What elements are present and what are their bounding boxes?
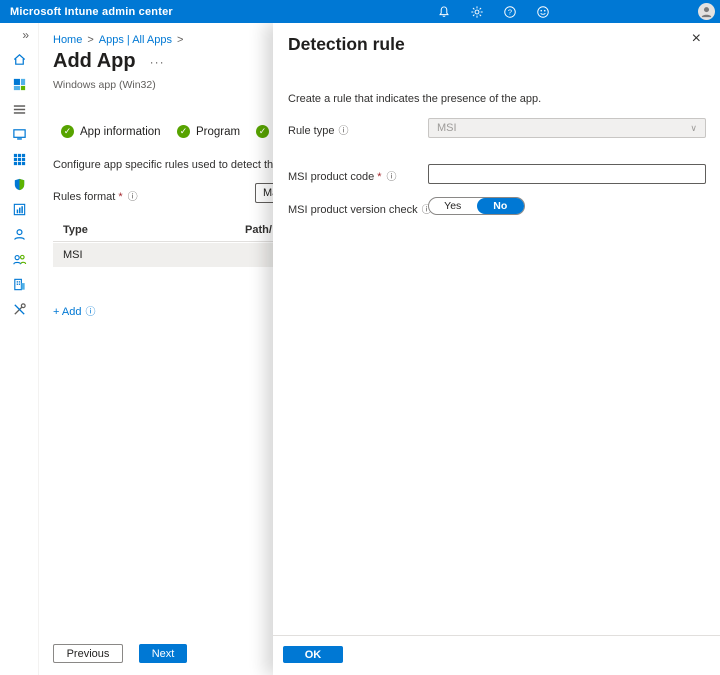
rule-type-value: MSI bbox=[437, 122, 457, 134]
breadcrumb-separator: > bbox=[87, 34, 93, 46]
detection-rule-panel: Detection rule × Create a rule that indi… bbox=[273, 23, 720, 675]
more-options-icon[interactable]: ··· bbox=[150, 55, 165, 69]
notifications-bell-icon[interactable] bbox=[437, 5, 451, 19]
dashboard-icon bbox=[12, 77, 27, 92]
endpoint-security-shield-icon bbox=[12, 177, 27, 192]
svg-text:?: ? bbox=[508, 7, 512, 16]
all-services-icon bbox=[12, 102, 27, 117]
toggle-option-yes[interactable]: Yes bbox=[429, 198, 477, 214]
breadcrumb-apps-link[interactable]: Apps | All Apps bbox=[99, 34, 172, 46]
rule-type-cell: MSI bbox=[53, 249, 245, 261]
sidebar-item-troubleshooting[interactable] bbox=[0, 297, 38, 322]
step-complete-check-icon: ✓ bbox=[177, 125, 190, 138]
reports-icon bbox=[12, 202, 27, 217]
add-rule-link[interactable]: + Addⓘ bbox=[53, 303, 95, 318]
sidebar-item-devices[interactable] bbox=[0, 122, 38, 147]
msi-product-code-input[interactable] bbox=[428, 164, 706, 184]
sidebar-item-all-services[interactable] bbox=[0, 97, 38, 122]
tenant-administration-icon bbox=[12, 277, 27, 292]
sidebar-item-groups[interactable] bbox=[0, 247, 38, 272]
close-icon[interactable]: × bbox=[692, 31, 701, 47]
breadcrumb-home-link[interactable]: Home bbox=[53, 34, 82, 46]
feedback-icon[interactable] bbox=[536, 5, 550, 19]
step-label: App information bbox=[80, 126, 161, 138]
breadcrumb: Home > Apps | All Apps > bbox=[53, 34, 183, 46]
previous-button[interactable]: Previous bbox=[53, 644, 123, 663]
topbar-icon-group: ? bbox=[437, 0, 550, 23]
users-icon bbox=[12, 227, 27, 242]
app-title: Microsoft Intune admin center bbox=[0, 6, 173, 18]
info-icon[interactable]: ⓘ bbox=[338, 126, 348, 137]
help-icon[interactable]: ? bbox=[503, 5, 517, 19]
panel-description: Create a rule that indicates the presenc… bbox=[288, 93, 541, 105]
detection-rules-description: Configure app specific rules used to det… bbox=[53, 159, 288, 171]
rule-type-label: Rule typeⓘ bbox=[288, 122, 348, 137]
page-subtitle: Windows app (Win32) bbox=[53, 79, 156, 91]
step-program[interactable]: ✓ Program bbox=[177, 125, 240, 138]
panel-footer-divider bbox=[273, 635, 720, 636]
breadcrumb-separator: > bbox=[177, 34, 183, 46]
info-icon[interactable]: ⓘ bbox=[85, 307, 95, 318]
sidebar-item-reports[interactable] bbox=[0, 197, 38, 222]
info-icon[interactable]: ⓘ bbox=[128, 192, 138, 203]
panel-title: Detection rule bbox=[288, 34, 405, 55]
devices-icon bbox=[12, 127, 27, 142]
toggle-option-no[interactable]: No bbox=[477, 198, 525, 214]
step-complete-check-icon: ✓ bbox=[61, 125, 74, 138]
wizard-footer: Previous Next bbox=[53, 644, 187, 663]
page-title: Add App bbox=[53, 50, 136, 73]
column-header-type: Type bbox=[53, 224, 245, 236]
msi-version-check-label: MSI product version checkⓘ bbox=[288, 201, 432, 216]
home-icon bbox=[12, 52, 27, 67]
sidebar-item-endpoint-security[interactable] bbox=[0, 172, 38, 197]
intune-admin-center: Microsoft Intune admin center ? » bbox=[0, 0, 720, 675]
step-complete-check-icon: ✓ bbox=[256, 125, 269, 138]
rules-format-label: Rules format*ⓘ bbox=[53, 188, 138, 203]
sidebar-item-users[interactable] bbox=[0, 222, 38, 247]
settings-gear-icon[interactable] bbox=[470, 5, 484, 19]
sidebar-item-home[interactable] bbox=[0, 47, 38, 72]
sidebar-item-dashboard[interactable] bbox=[0, 72, 38, 97]
ok-button[interactable]: OK bbox=[283, 646, 343, 663]
rule-type-dropdown[interactable]: MSI ∨ bbox=[428, 118, 706, 138]
step-app-information[interactable]: ✓ App information bbox=[61, 125, 161, 138]
sidebar-collapse-chevron-icon[interactable]: » bbox=[0, 23, 38, 47]
msi-version-check-toggle: Yes No bbox=[428, 197, 525, 215]
required-asterisk: * bbox=[118, 191, 122, 203]
msi-product-code-label: MSI product code*ⓘ bbox=[288, 168, 397, 183]
avatar[interactable] bbox=[698, 3, 715, 20]
sidebar-item-tenant-administration[interactable] bbox=[0, 272, 38, 297]
step-label: Program bbox=[196, 126, 240, 138]
troubleshooting-wrench-icon bbox=[12, 302, 27, 317]
apps-icon bbox=[12, 152, 27, 167]
groups-icon bbox=[12, 252, 27, 267]
sidebar-item-apps[interactable] bbox=[0, 147, 38, 172]
topbar: Microsoft Intune admin center ? bbox=[0, 0, 720, 23]
info-icon[interactable]: ⓘ bbox=[387, 172, 397, 183]
sidebar: » bbox=[0, 23, 39, 675]
column-header-path: Path/ bbox=[245, 224, 272, 236]
next-button[interactable]: Next bbox=[139, 644, 187, 663]
required-asterisk: * bbox=[377, 171, 381, 183]
chevron-down-icon: ∨ bbox=[690, 123, 697, 134]
